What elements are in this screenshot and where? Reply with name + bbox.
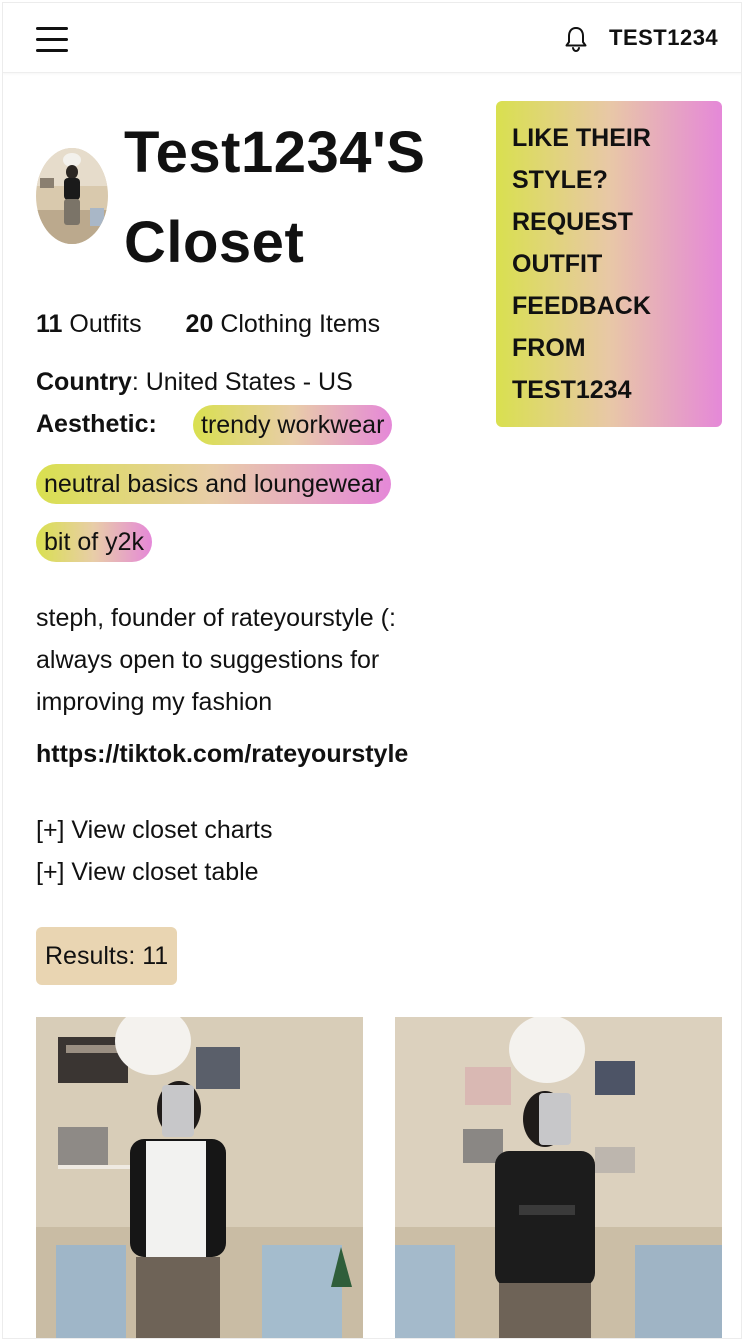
bio-line: steph, founder of rateyourstyle (: [36, 604, 396, 632]
items-count: 20 [185, 310, 214, 338]
title-line-1: Test1234'S [124, 120, 426, 185]
request-feedback-button[interactable]: LIKE THEIR STYLE? REQUEST OUTFIT FEEDBAC… [496, 101, 722, 427]
app-frame: TEST1234 Test1234'S Closet LIKE THEIR ST… [2, 2, 742, 1339]
aesthetic-label: Aesthetic: [36, 410, 157, 438]
title-line-2: Closet [124, 210, 305, 275]
country-label: Country [36, 368, 132, 396]
username-link[interactable]: TEST1234 [609, 25, 718, 51]
profile-link[interactable]: https://tiktok.com/rateyourstyle [36, 740, 408, 769]
outfit-card[interactable] [395, 1017, 722, 1338]
cta-line: REQUEST [512, 208, 633, 236]
aesthetic-tag[interactable]: bit of y2k [36, 522, 153, 562]
results-count-badge: Results: 11 [36, 927, 178, 985]
profile-bio: steph, founder of rateyourstyle (: alway… [36, 597, 496, 723]
country-row: Country: United States - US [36, 368, 353, 397]
cta-line: TEST1234 [512, 376, 632, 404]
hamburger-menu-icon[interactable] [36, 25, 68, 53]
bio-line: always open to suggestions for [36, 646, 380, 674]
top-navbar: TEST1234 [3, 3, 741, 73]
cta-line: FEEDBACK [512, 292, 651, 320]
view-closet-charts-toggle[interactable]: [+] View closet charts [36, 816, 272, 845]
cta-line: STYLE? [512, 166, 608, 194]
bell-icon[interactable] [563, 25, 589, 53]
cta-line: OUTFIT [512, 250, 603, 278]
aesthetic-tag[interactable]: neutral basics and loungewear [36, 464, 392, 504]
outfit-card[interactable] [36, 1017, 363, 1338]
bio-line: improving my fashion [36, 688, 273, 716]
cta-line: FROM [512, 334, 586, 362]
closet-stats: 11 Outfits 20 Clothing Items [36, 310, 380, 339]
outfits-count: 11 [36, 310, 63, 338]
view-closet-table-toggle[interactable]: [+] View closet table [36, 858, 259, 887]
outfits-label: Outfits [69, 310, 142, 338]
page-title: Test1234'S Closet [124, 108, 484, 288]
aesthetic-tag[interactable]: trendy workwear [193, 405, 393, 445]
items-label: Clothing Items [220, 310, 381, 338]
country-value: : United States - US [131, 368, 353, 396]
cta-line: LIKE THEIR [512, 124, 651, 152]
avatar [36, 148, 108, 244]
